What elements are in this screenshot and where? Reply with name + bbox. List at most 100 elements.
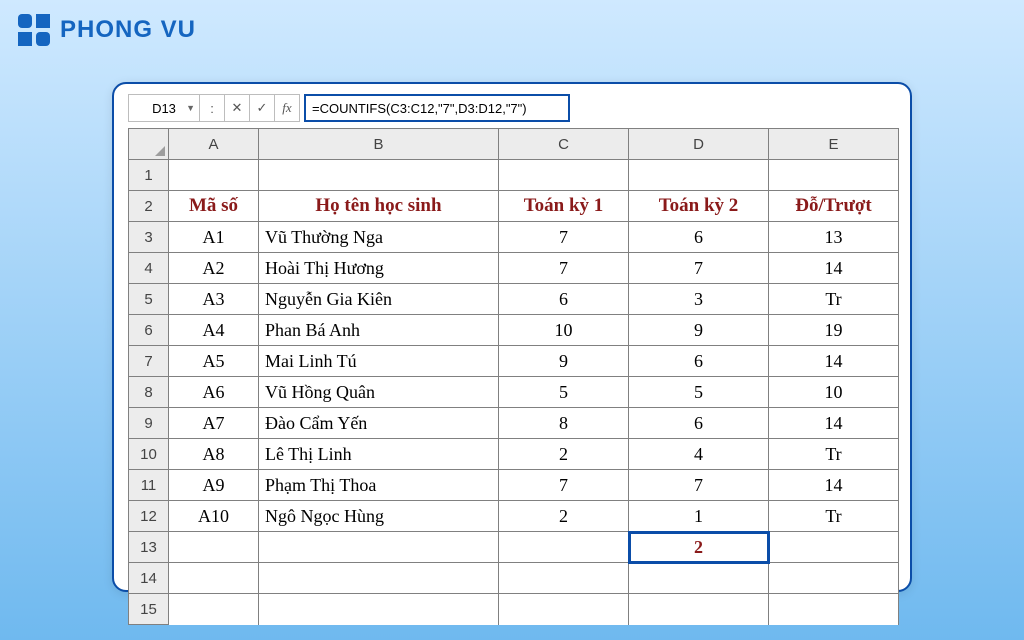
cell[interactable]: 5 [499, 377, 629, 408]
cell[interactable]: Phan Bá Anh [259, 315, 499, 346]
cell[interactable] [629, 594, 769, 625]
cell[interactable]: 8 [499, 408, 629, 439]
cell[interactable]: Vũ Thường Nga [259, 222, 499, 253]
cell[interactable]: 7 [629, 253, 769, 284]
header-toan-ky-1[interactable]: Toán kỳ 1 [499, 191, 629, 222]
cell[interactable] [769, 160, 899, 191]
cell[interactable] [769, 563, 899, 594]
cell[interactable]: Phạm Thị Thoa [259, 470, 499, 501]
cell[interactable]: 7 [629, 470, 769, 501]
cell[interactable]: 19 [769, 315, 899, 346]
header-toan-ky-2[interactable]: Toán kỳ 2 [629, 191, 769, 222]
cell[interactable]: 14 [769, 470, 899, 501]
cell[interactable]: Tr [769, 439, 899, 470]
row-header[interactable]: 14 [129, 563, 169, 594]
cell[interactable] [259, 160, 499, 191]
select-all-corner[interactable] [129, 129, 169, 160]
cell[interactable]: Mai Linh Tú [259, 346, 499, 377]
row-header[interactable]: 10 [129, 439, 169, 470]
cell[interactable]: Ngô Ngọc Hùng [259, 501, 499, 532]
cell[interactable]: 9 [629, 315, 769, 346]
cell[interactable]: A1 [169, 222, 259, 253]
cell[interactable]: A3 [169, 284, 259, 315]
cell[interactable]: 14 [769, 253, 899, 284]
cell[interactable]: A4 [169, 315, 259, 346]
cell[interactable] [769, 532, 899, 563]
name-box[interactable]: D13 ▼ [128, 94, 200, 122]
cell[interactable]: A6 [169, 377, 259, 408]
row-header[interactable]: 15 [129, 594, 169, 625]
formula-enter-button[interactable]: ✓ [250, 94, 275, 122]
row-header[interactable]: 13 [129, 532, 169, 563]
row-header[interactable]: 7 [129, 346, 169, 377]
formula-cancel-button[interactable]: ✕ [225, 94, 250, 122]
cell[interactable]: 7 [499, 253, 629, 284]
cell[interactable] [169, 563, 259, 594]
cell[interactable]: 7 [499, 222, 629, 253]
cell[interactable]: 9 [499, 346, 629, 377]
cell[interactable]: 6 [629, 346, 769, 377]
spreadsheet-grid[interactable]: A B C D E 1 2 Mã số Họ tên học sinh Toán… [128, 128, 899, 625]
cell[interactable]: 13 [769, 222, 899, 253]
cell[interactable]: 3 [629, 284, 769, 315]
cell[interactable]: 14 [769, 408, 899, 439]
cell[interactable]: Tr [769, 284, 899, 315]
row-header[interactable]: 1 [129, 160, 169, 191]
col-header-B[interactable]: B [259, 129, 499, 160]
col-header-C[interactable]: C [499, 129, 629, 160]
cell[interactable]: Lê Thị Linh [259, 439, 499, 470]
cell[interactable]: A10 [169, 501, 259, 532]
cell[interactable]: 6 [629, 222, 769, 253]
active-cell-D13[interactable]: 2 [629, 532, 769, 563]
row-header[interactable]: 2 [129, 191, 169, 222]
cell[interactable]: A2 [169, 253, 259, 284]
cell[interactable]: Vũ Hồng Quân [259, 377, 499, 408]
row-header[interactable]: 5 [129, 284, 169, 315]
row-header[interactable]: 8 [129, 377, 169, 408]
cell[interactable] [259, 532, 499, 563]
cell[interactable]: 6 [629, 408, 769, 439]
cell[interactable] [629, 563, 769, 594]
cell[interactable]: 2 [499, 501, 629, 532]
cell[interactable]: A5 [169, 346, 259, 377]
row-header[interactable]: 6 [129, 315, 169, 346]
cell[interactable] [499, 563, 629, 594]
cell[interactable]: A9 [169, 470, 259, 501]
cell[interactable] [499, 594, 629, 625]
row-header[interactable]: 9 [129, 408, 169, 439]
cell[interactable]: 6 [499, 284, 629, 315]
cell[interactable]: 7 [499, 470, 629, 501]
cell[interactable]: Hoài Thị Hương [259, 253, 499, 284]
col-header-A[interactable]: A [169, 129, 259, 160]
cell[interactable]: Tr [769, 501, 899, 532]
cell[interactable]: Nguyễn Gia Kiên [259, 284, 499, 315]
header-ma-so[interactable]: Mã số [169, 191, 259, 222]
cell[interactable]: 4 [629, 439, 769, 470]
cell[interactable]: 1 [629, 501, 769, 532]
cell[interactable]: 2 [499, 439, 629, 470]
cell[interactable]: 10 [769, 377, 899, 408]
row-header[interactable]: 11 [129, 470, 169, 501]
cell[interactable]: A8 [169, 439, 259, 470]
cell[interactable]: 10 [499, 315, 629, 346]
cell[interactable] [769, 594, 899, 625]
col-header-E[interactable]: E [769, 129, 899, 160]
row-header[interactable]: 4 [129, 253, 169, 284]
header-ho-ten[interactable]: Họ tên học sinh [259, 191, 499, 222]
cell[interactable]: A7 [169, 408, 259, 439]
header-do-truot[interactable]: Đỗ/Trượt [769, 191, 899, 222]
insert-function-button[interactable]: fx [275, 94, 300, 122]
row-header[interactable]: 12 [129, 501, 169, 532]
cell[interactable] [169, 594, 259, 625]
row-header[interactable]: 3 [129, 222, 169, 253]
cell[interactable] [629, 160, 769, 191]
cell[interactable]: 5 [629, 377, 769, 408]
cell[interactable]: Đào Cẩm Yến [259, 408, 499, 439]
cell[interactable]: 14 [769, 346, 899, 377]
cell[interactable] [169, 532, 259, 563]
col-header-D[interactable]: D [629, 129, 769, 160]
cell[interactable] [259, 563, 499, 594]
cell[interactable] [259, 594, 499, 625]
cell[interactable] [499, 532, 629, 563]
formula-input[interactable]: =COUNTIFS(C3:C12,"7",D3:D12,"7") [304, 94, 570, 122]
